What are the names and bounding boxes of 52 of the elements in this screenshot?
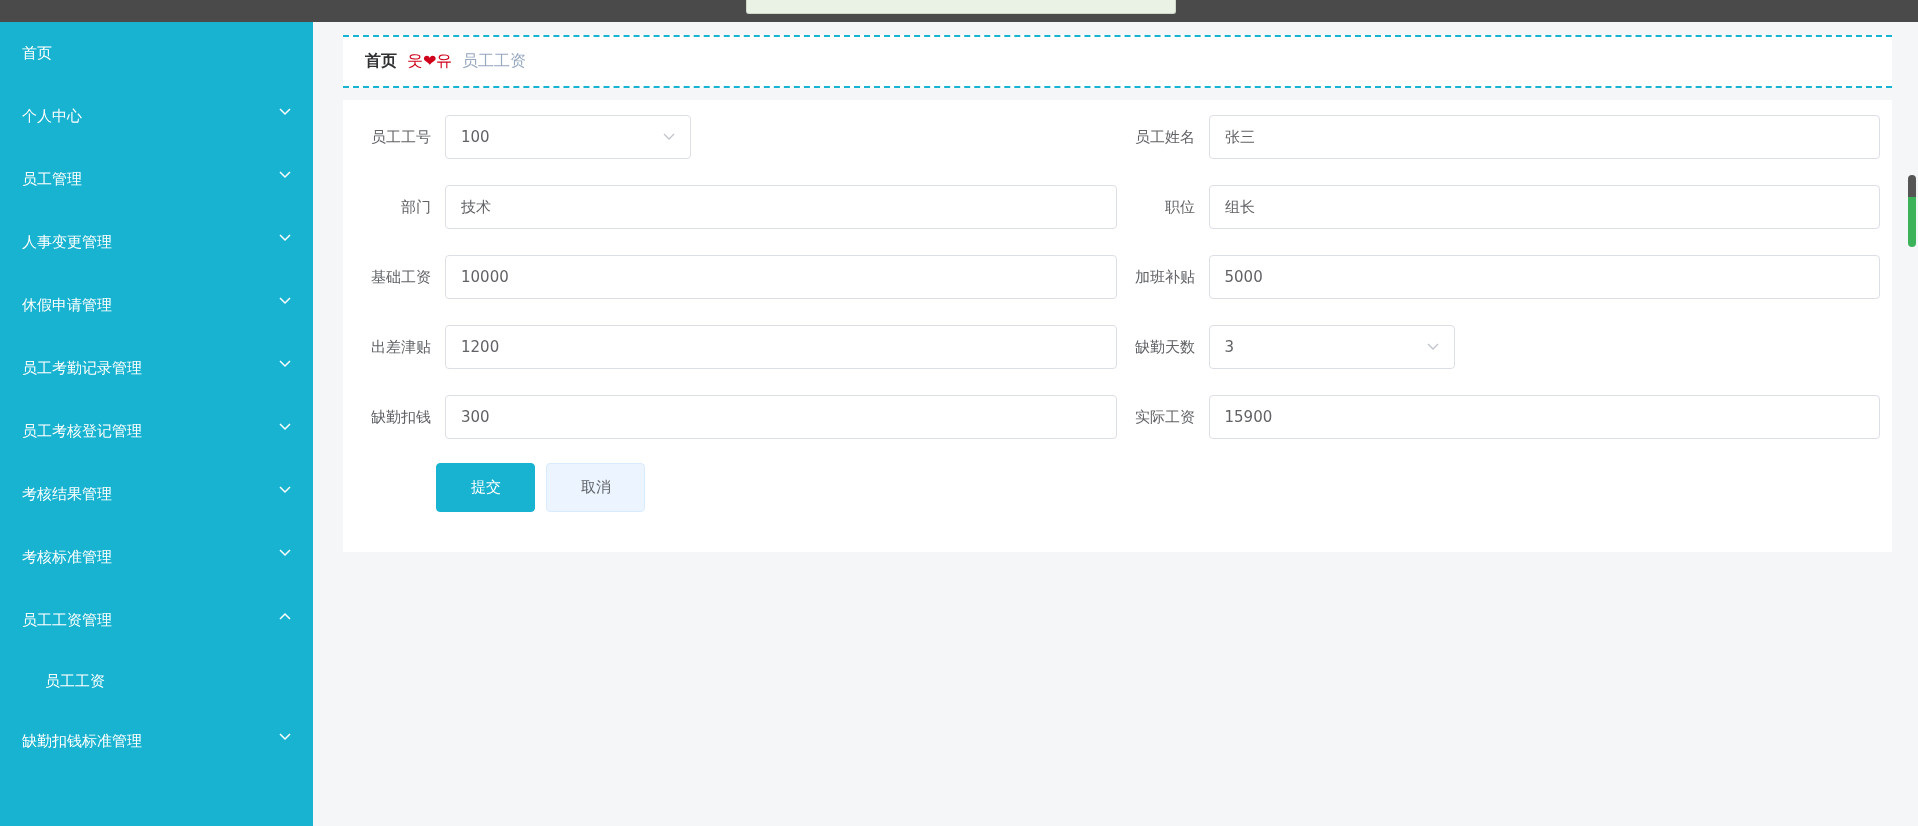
submenu-title[interactable]: 员工工资管理 <box>0 589 313 652</box>
chevron-down-icon <box>663 133 675 141</box>
field-label: 部门 <box>400 197 432 217</box>
submenu-title[interactable]: 考核标准管理 <box>0 526 313 589</box>
menu-label: 员工考核登记管理 <box>22 422 142 441</box>
field-label: 缺勤扣钱 <box>370 407 432 427</box>
field-label: 缺勤天数 <box>1133 337 1196 357</box>
submenu-title[interactable]: 个人中心 <box>0 85 313 148</box>
submit-button[interactable]: 提交 <box>436 463 535 512</box>
field-label: 加班补贴 <box>1133 267 1196 287</box>
text-field[interactable]: 5000 <box>1208 255 1880 299</box>
text-field[interactable]: 技术 <box>445 185 1117 229</box>
menu-label: 缺勤扣钱标准管理 <box>22 732 142 751</box>
submenu-title[interactable]: 员工考勤记录管理 <box>0 337 313 400</box>
text-field[interactable]: 组长 <box>1208 185 1880 229</box>
menu-label: 人事变更管理 <box>22 233 112 252</box>
scrollbar-thumb[interactable] <box>1908 175 1916 247</box>
text-field[interactable]: 300 <box>445 395 1117 439</box>
field-label: 实际工资 <box>1133 407 1196 427</box>
text-field[interactable]: 1200 <box>445 325 1117 369</box>
menu-label: 考核标准管理 <box>22 548 112 567</box>
select-value: 3 <box>1224 338 1235 356</box>
submenu-title[interactable]: 休假申请管理 <box>0 274 313 337</box>
select-field[interactable]: 3 <box>1208 325 1455 369</box>
menu-label: 员工管理 <box>22 170 82 189</box>
menu-label: 员工工资管理 <box>22 611 112 630</box>
menu-label: 休假申请管理 <box>22 296 112 315</box>
submenu-title[interactable]: 员工管理 <box>0 148 313 211</box>
text-field[interactable]: 15900 <box>1208 395 1880 439</box>
cancel-button[interactable]: 取消 <box>546 463 645 512</box>
breadcrumb-item: 员工工资 <box>462 51 527 72</box>
breadcrumb-separator: 웃❤유 <box>407 51 453 72</box>
breadcrumb-item[interactable]: 首页 <box>365 51 397 72</box>
field-label: 出差津贴 <box>370 337 432 357</box>
text-field[interactable]: 张三 <box>1208 115 1880 159</box>
submenu-item[interactable]: 员工工资 <box>0 652 313 710</box>
field-label: 基础工资 <box>370 267 432 287</box>
field-label: 员工姓名 <box>1133 127 1196 147</box>
chevron-down-icon <box>1426 343 1439 351</box>
select-field[interactable]: 100 <box>445 115 691 159</box>
menu-item[interactable]: 首页 <box>0 22 313 85</box>
select-value: 100 <box>461 128 490 146</box>
menu-label: 考核结果管理 <box>22 485 112 504</box>
text-field[interactable]: 10000 <box>445 255 1117 299</box>
field-label: 员工工号 <box>370 127 432 147</box>
submenu-title[interactable]: 人事变更管理 <box>0 211 313 274</box>
menu-label: 员工考勤记录管理 <box>22 359 142 378</box>
field-label: 职位 <box>1163 197 1196 217</box>
submenu-title[interactable]: 考核结果管理 <box>0 463 313 526</box>
submenu-title[interactable]: 员工考核登记管理 <box>0 400 313 463</box>
submenu-title[interactable]: 缺勤扣钱标准管理 <box>0 710 313 773</box>
menu-label: 个人中心 <box>22 107 82 126</box>
